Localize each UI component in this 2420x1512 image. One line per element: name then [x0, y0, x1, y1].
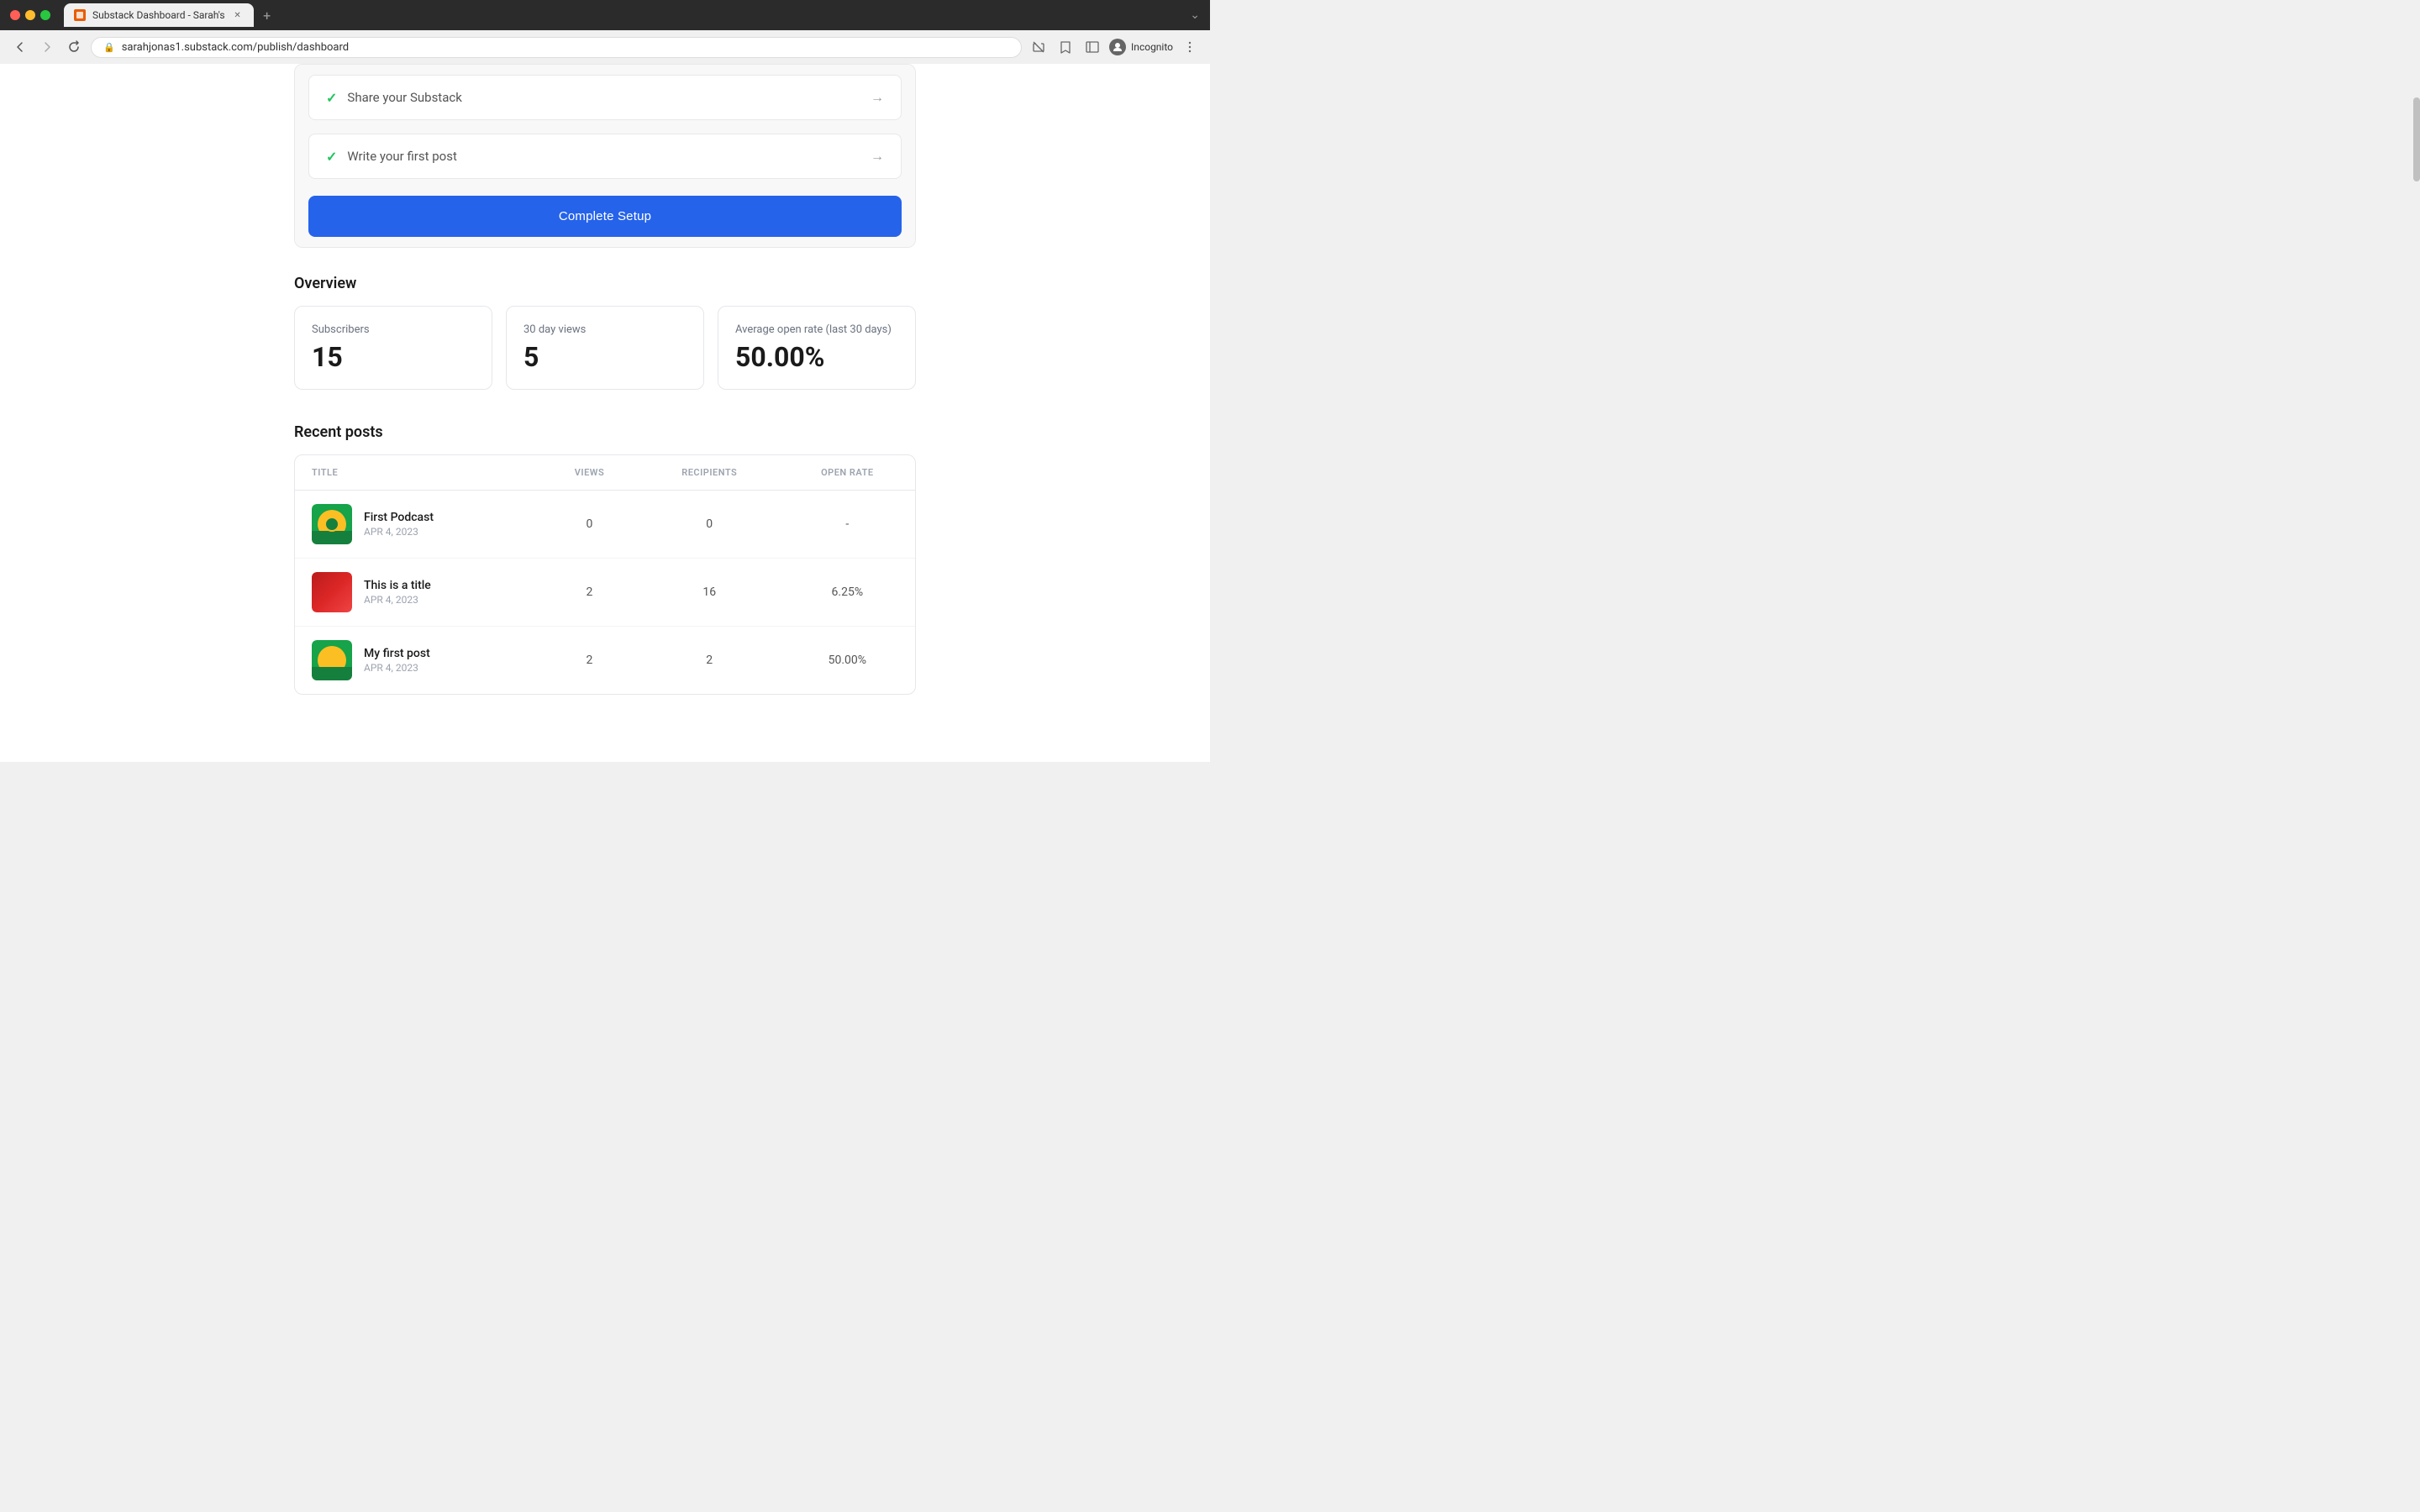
post-openrate: 50.00%	[780, 627, 915, 695]
col-header-openrate: OPEN RATE	[780, 455, 915, 491]
complete-setup-button[interactable]: Complete Setup	[308, 196, 902, 237]
col-header-recipients: RECIPIENTS	[639, 455, 780, 491]
tab-bar: Substack Dashboard - Sarah's ✕ +	[64, 3, 1183, 27]
stat-label-subscribers: Subscribers	[312, 323, 475, 336]
overview-title: Overview	[294, 275, 916, 292]
post-info: First Podcast APR 4, 2023	[312, 504, 523, 544]
post-views: 2	[539, 627, 639, 695]
table-row[interactable]: This is a title APR 4, 2023 2 16 6.25%	[295, 559, 915, 627]
recent-posts-title: Recent posts	[294, 423, 916, 441]
scrollbar-track	[2413, 64, 2420, 1512]
incognito-label: Incognito	[1131, 41, 1173, 53]
setup-post-label: Write your first post	[347, 149, 456, 164]
browser-chrome: Substack Dashboard - Sarah's ✕ + ⌄ 🔒	[0, 0, 1210, 64]
post-title-text: First Podcast	[364, 511, 434, 524]
post-thumbnail	[312, 572, 352, 612]
scrollbar-thumb[interactable]	[2413, 97, 2420, 181]
table-row[interactable]: First Podcast APR 4, 2023 0 0 -	[295, 491, 915, 559]
setup-item-share[interactable]: ✓ Share your Substack →	[308, 75, 902, 120]
col-header-views: VIEWS	[539, 455, 639, 491]
bookmark-icon[interactable]	[1055, 37, 1076, 57]
post-openrate: -	[780, 491, 915, 559]
post-title-cell: This is a title APR 4, 2023	[295, 559, 539, 627]
post-title-cell: First Podcast APR 4, 2023	[295, 491, 539, 559]
tab-favicon	[74, 9, 86, 21]
overview-section: Overview Subscribers 15 30 day views 5 A…	[294, 275, 916, 390]
arrow-icon-share: →	[871, 89, 884, 106]
browser-titlebar: Substack Dashboard - Sarah's ✕ + ⌄	[0, 0, 1210, 30]
post-thumbnail	[312, 504, 352, 544]
col-header-title: TITLE	[295, 455, 539, 491]
setup-card: ✓ Share your Substack → ✓ Write your fir…	[294, 64, 916, 248]
stat-label-openrate: Average open rate (last 30 days)	[735, 323, 898, 336]
post-recipients: 16	[639, 559, 780, 627]
address-bar[interactable]: 🔒 sarahjonas1.substack.com/publish/dashb…	[91, 37, 1022, 58]
post-title-cell: My first post APR 4, 2023	[295, 627, 539, 695]
tab-title: Substack Dashboard - Sarah's	[92, 9, 225, 21]
minimize-window-button[interactable]	[25, 10, 35, 20]
page-content: ✓ Share your Substack → ✓ Write your fir…	[0, 64, 1210, 762]
new-tab-button[interactable]: +	[257, 5, 277, 25]
stat-card-views: 30 day views 5	[506, 306, 704, 390]
stat-value-openrate: 50.00%	[735, 343, 898, 372]
post-views: 2	[539, 559, 639, 627]
post-title-text: This is a title	[364, 579, 431, 592]
post-openrate: 6.25%	[780, 559, 915, 627]
main-container: ✓ Share your Substack → ✓ Write your fir…	[277, 64, 933, 762]
check-icon-post: ✓	[326, 149, 337, 165]
posts-table-container: TITLE VIEWS RECIPIENTS OPEN RATE	[294, 454, 916, 695]
browser-nav: 🔒 sarahjonas1.substack.com/publish/dashb…	[0, 30, 1210, 64]
setup-items-wrapper: ✓ Share your Substack → ✓ Write your fir…	[295, 65, 915, 247]
tab-menu-icon[interactable]: ⌄	[1190, 8, 1200, 22]
stat-card-openrate: Average open rate (last 30 days) 50.00%	[718, 306, 916, 390]
setup-share-label: Share your Substack	[347, 90, 461, 105]
stat-card-subscribers: Subscribers 15	[294, 306, 492, 390]
posts-table: TITLE VIEWS RECIPIENTS OPEN RATE	[295, 455, 915, 694]
fullscreen-window-button[interactable]	[40, 10, 50, 20]
post-meta: My first post APR 4, 2023	[364, 647, 430, 674]
setup-item-left-post: ✓ Write your first post	[326, 149, 457, 165]
post-info: This is a title APR 4, 2023	[312, 572, 523, 612]
menu-icon[interactable]	[1180, 37, 1200, 57]
post-date: APR 4, 2023	[364, 662, 430, 674]
camera-off-icon[interactable]	[1028, 37, 1049, 57]
nav-right-controls: Incognito	[1028, 37, 1200, 57]
post-info: My first post APR 4, 2023	[312, 640, 523, 680]
table-row[interactable]: My first post APR 4, 2023 2 2 50.00%	[295, 627, 915, 695]
forward-button[interactable]	[37, 37, 57, 57]
back-button[interactable]	[10, 37, 30, 57]
post-meta: First Podcast APR 4, 2023	[364, 511, 434, 538]
url-text: sarahjonas1.substack.com/publish/dashboa…	[122, 41, 349, 54]
setup-item-left: ✓ Share your Substack	[326, 90, 462, 106]
post-date: APR 4, 2023	[364, 594, 431, 606]
post-recipients: 0	[639, 491, 780, 559]
stat-value-subscribers: 15	[312, 343, 475, 372]
stat-value-views: 5	[523, 343, 687, 372]
arrow-icon-post: →	[871, 148, 884, 165]
post-meta: This is a title APR 4, 2023	[364, 579, 431, 606]
posts-section: Recent posts TITLE VIEWS RECIPIENTS OPEN…	[294, 423, 916, 695]
check-icon-share: ✓	[326, 90, 337, 106]
post-views: 0	[539, 491, 639, 559]
table-header-row: TITLE VIEWS RECIPIENTS OPEN RATE	[295, 455, 915, 491]
close-window-button[interactable]	[10, 10, 20, 20]
traffic-lights	[10, 10, 50, 20]
active-tab[interactable]: Substack Dashboard - Sarah's ✕	[64, 3, 254, 27]
post-thumbnail	[312, 640, 352, 680]
stats-grid: Subscribers 15 30 day views 5 Average op…	[294, 306, 916, 390]
lock-icon: 🔒	[103, 42, 115, 53]
setup-item-post[interactable]: ✓ Write your first post →	[308, 134, 902, 179]
close-tab-button[interactable]: ✕	[232, 9, 244, 21]
post-date: APR 4, 2023	[364, 526, 434, 538]
side-panel-icon[interactable]	[1082, 37, 1102, 57]
post-recipients: 2	[639, 627, 780, 695]
reload-button[interactable]	[64, 37, 84, 57]
post-title-text: My first post	[364, 647, 430, 660]
stat-label-views: 30 day views	[523, 323, 687, 336]
incognito-button[interactable]: Incognito	[1109, 39, 1173, 55]
